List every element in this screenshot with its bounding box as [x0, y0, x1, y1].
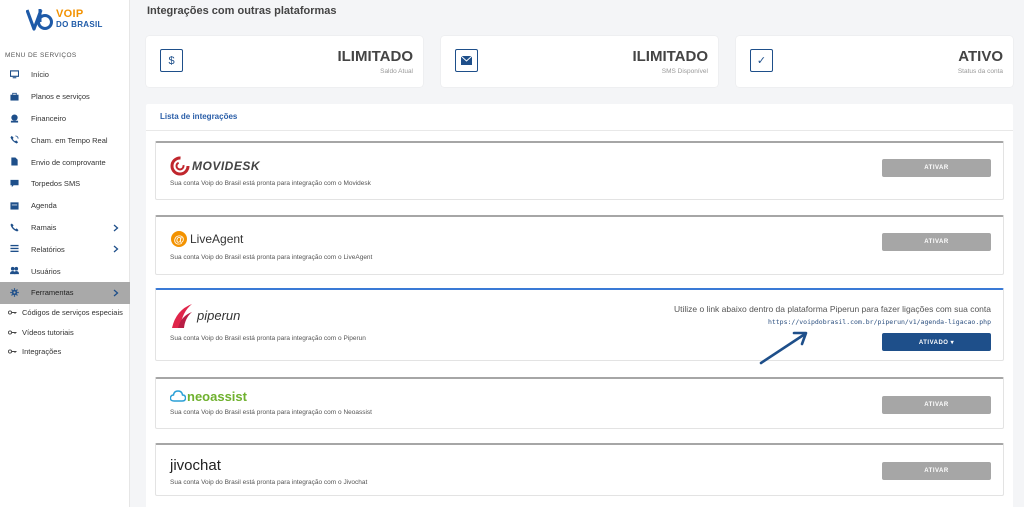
- integration-card-jivochat: jivochat Sua conta Voip do Brasil está p…: [155, 443, 1004, 496]
- submenu-item-label: Códigos de serviços especiais: [22, 308, 123, 318]
- sidebar-item-relatorios[interactable]: Relatórios: [0, 238, 130, 260]
- integration-card-liveagent: @ LiveAgent Sua conta Voip do Brasil est…: [155, 215, 1004, 275]
- bag-icon: [10, 92, 19, 101]
- sidebar-item-financeiro[interactable]: Financeiro: [0, 108, 130, 130]
- brand-line1: VOIP: [56, 8, 84, 20]
- phone-icon: [10, 223, 19, 232]
- sidebar: VOIP DO BRASIL MENU DE SERVIÇOS Início P…: [0, 0, 130, 507]
- piperun-info-text: Utilize o link abaixo dentro da platafor…: [673, 304, 991, 314]
- panel-header: Lista de integrações: [146, 104, 1013, 131]
- sidebar-item-label: Planos e serviços: [31, 92, 90, 102]
- brand-logo[interactable]: VOIP DO BRASIL: [26, 7, 106, 33]
- sidebar-menu: Início Planos e serviços Financeiro Cham…: [0, 64, 130, 304]
- stat-card-sms: ILIMITADO SMS Disponível: [441, 36, 718, 87]
- finance-icon: [10, 114, 19, 123]
- neoassist-cloud-icon: [170, 390, 186, 402]
- list-icon: [10, 245, 19, 253]
- sidebar-item-label: Relatórios: [31, 244, 65, 254]
- calendar-icon: [10, 202, 19, 210]
- menu-title: MENU DE SERVIÇOS: [5, 52, 77, 59]
- stat-label: SMS Disponível: [661, 68, 708, 75]
- sidebar-item-label: Ramais: [31, 222, 57, 232]
- key-icon: [8, 349, 17, 354]
- sidebar-item-ferramentas[interactable]: Ferramentas: [0, 281, 130, 304]
- monitor-icon: [10, 70, 19, 79]
- sidebar-item-label: Usuários: [31, 266, 61, 276]
- liveagent-at-icon: @: [171, 231, 187, 247]
- integration-description: Sua conta Voip do Brasil está pronta par…: [170, 409, 372, 416]
- sidebar-item-comprovante[interactable]: Envio de comprovante: [0, 151, 130, 173]
- movidesk-wordmark: MOVIDESK: [192, 159, 261, 173]
- submenu-item-label: Integrações: [22, 347, 62, 357]
- integration-card-piperun: piperun Sua conta Voip do Brasil está pr…: [155, 288, 1004, 361]
- movidesk-swirl-icon: [170, 156, 190, 176]
- sidebar-item-planos[interactable]: Planos e serviços: [0, 86, 130, 108]
- submenu-item-label: Vídeos tutoriais: [22, 327, 74, 337]
- piperun-wordmark: piperun: [197, 308, 241, 323]
- sidebar-item-label: Agenda: [31, 201, 57, 211]
- brand-line2: DO BRASIL: [56, 20, 103, 29]
- sidebar-item-label: Início: [31, 70, 49, 80]
- check-icon: ✓: [750, 49, 773, 72]
- sidebar-item-label: Cham. em Tempo Real: [31, 135, 108, 145]
- submenu-item-videos[interactable]: Vídeos tutoriais: [0, 323, 130, 343]
- sidebar-item-chamadas[interactable]: Cham. em Tempo Real: [0, 129, 130, 151]
- liveagent-wordmark: LiveAgent: [190, 232, 244, 246]
- stat-value: ILIMITADO: [337, 48, 413, 65]
- stat-label: Status da conta: [957, 68, 1003, 75]
- panel-title: Lista de integrações: [160, 112, 238, 121]
- piperun-integration-link[interactable]: https://voipdobrasil.com.br/piperun/v1/a…: [768, 318, 991, 326]
- sidebar-item-label: Envio de comprovante: [31, 157, 106, 167]
- page-title: Integrações com outras plataformas: [147, 5, 337, 17]
- chevron-right-icon: [113, 245, 119, 253]
- chevron-right-icon: [113, 289, 119, 297]
- neoassist-wordmark: neoassist: [187, 389, 247, 404]
- chevron-right-icon: [113, 224, 119, 232]
- sidebar-item-inicio[interactable]: Início: [0, 64, 130, 86]
- integration-card-neoassist: neoassist Sua conta Voip do Brasil está …: [155, 377, 1004, 429]
- jivochat-wordmark: jivochat: [170, 457, 221, 474]
- sidebar-item-agenda[interactable]: Agenda: [0, 195, 130, 217]
- sidebar-item-sms[interactable]: Torpedos SMS: [0, 173, 130, 195]
- integration-card-movidesk: MOVIDESK Sua conta Voip do Brasil está p…: [155, 141, 1004, 200]
- sidebar-item-label: Financeiro: [31, 113, 67, 123]
- sidebar-item-label: Ferramentas: [31, 288, 74, 298]
- stat-value: ILIMITADO: [632, 48, 708, 65]
- key-icon: [8, 310, 17, 315]
- ativar-button[interactable]: ATIVAR: [882, 396, 991, 414]
- integration-description: Sua conta Voip do Brasil está pronta par…: [170, 479, 368, 486]
- stat-card-saldo: $ ILIMITADO Saldo Atual: [146, 36, 423, 87]
- integration-description: Sua conta Voip do Brasil está pronta par…: [170, 180, 371, 187]
- sidebar-item-ramais[interactable]: Ramais: [0, 217, 130, 239]
- svg-text:@: @: [174, 234, 185, 246]
- gear-icon: [10, 288, 19, 297]
- users-icon: [10, 267, 19, 275]
- phone-call-icon: [10, 135, 19, 144]
- file-icon: [11, 157, 18, 166]
- stat-label: Saldo Atual: [380, 68, 413, 75]
- stat-card-status: ✓ ATIVO Status da conta: [736, 36, 1013, 87]
- submenu-item-codigos[interactable]: Códigos de serviços especiais: [0, 303, 130, 323]
- ativar-button[interactable]: ATIVAR: [882, 233, 991, 251]
- key-icon: [8, 329, 17, 335]
- piperun-mark-icon: [172, 304, 192, 328]
- integration-description: Sua conta Voip do Brasil está pronta par…: [170, 335, 366, 342]
- voip-logo-mark-icon: [26, 9, 53, 31]
- ativar-button[interactable]: ATIVAR: [882, 462, 991, 480]
- dollar-icon: $: [160, 49, 183, 72]
- sidebar-submenu: Códigos de serviços especiais Vídeos tut…: [0, 303, 130, 362]
- ativar-button[interactable]: ATIVAR: [882, 159, 991, 177]
- annotation-arrow-icon: [759, 331, 808, 365]
- integration-description: Sua conta Voip do Brasil está pronta par…: [170, 254, 373, 261]
- sidebar-item-usuarios[interactable]: Usuários: [0, 260, 130, 282]
- stat-value: ATIVO: [958, 48, 1003, 65]
- chat-icon: [10, 179, 19, 188]
- ativado-dropdown-button[interactable]: ATIVADO ▾: [882, 333, 991, 351]
- submenu-item-integracoes[interactable]: Integrações: [0, 342, 130, 362]
- sidebar-item-label: Torpedos SMS: [31, 179, 81, 189]
- envelope-icon: [455, 49, 478, 72]
